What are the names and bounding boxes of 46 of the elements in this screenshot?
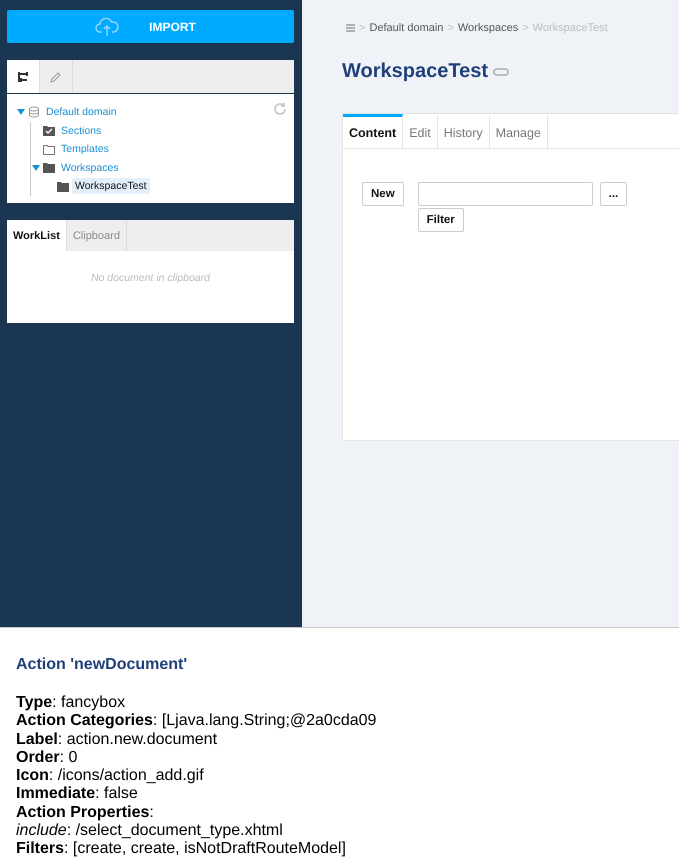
tree-item[interactable]: Workspaces bbox=[58, 160, 122, 176]
refresh-icon[interactable] bbox=[273, 102, 287, 116]
database-icon bbox=[28, 106, 40, 118]
tab[interactable]: Manage bbox=[490, 114, 548, 148]
panel-tab[interactable] bbox=[7, 60, 40, 93]
tab[interactable]: History bbox=[438, 114, 490, 148]
property-line: include: /select_document_type.xhtml bbox=[16, 822, 284, 840]
tree-item[interactable]: Default domain bbox=[43, 104, 120, 120]
folder-icon bbox=[43, 144, 55, 155]
expand-caret-icon[interactable] bbox=[32, 164, 40, 171]
property-line: Immediate: false bbox=[16, 785, 139, 804]
filter-field[interactable] bbox=[418, 182, 593, 206]
import-button[interactable]: IMPORT bbox=[7, 10, 294, 43]
tab[interactable]: Content bbox=[343, 114, 404, 148]
expand-caret-icon[interactable] bbox=[17, 109, 25, 116]
breadcrumb-separator: > bbox=[447, 22, 454, 34]
tree-item[interactable]: Templates bbox=[58, 141, 112, 158]
page-title: WorkspaceTest bbox=[342, 60, 488, 83]
empty-message: No document in clipboard bbox=[90, 271, 212, 284]
property-line: Action Categories: [Ljava.lang.String;@2a0cda09 bbox=[16, 712, 378, 731]
breadcrumb-separator: > bbox=[359, 22, 366, 34]
link-icon[interactable] bbox=[493, 68, 509, 76]
tree-icon bbox=[17, 70, 29, 82]
browse-button[interactable]: ... bbox=[600, 182, 628, 206]
property-line: Filters: [create, create, isNotDraftRouteModel] bbox=[16, 840, 347, 859]
property-line: Icon: /icons/action_add.gif bbox=[16, 767, 205, 786]
property-line: Label: action.new.document bbox=[16, 730, 218, 749]
folder-icon bbox=[43, 162, 55, 174]
menu-icon[interactable] bbox=[346, 24, 355, 32]
cloud-upload-icon bbox=[95, 16, 120, 36]
tab[interactable]: Edit bbox=[403, 114, 438, 148]
folder-icon bbox=[57, 180, 69, 192]
property-line: Action Properties: bbox=[16, 804, 155, 822]
filter-button[interactable]: Filter bbox=[418, 208, 464, 232]
pencil-icon bbox=[50, 70, 62, 82]
breadcrumb-link[interactable]: Default domain bbox=[369, 22, 444, 34]
property-line: Type: fancybox bbox=[16, 694, 126, 712]
checked-folder-icon bbox=[43, 125, 55, 136]
tree-item[interactable]: Sections bbox=[58, 122, 104, 139]
breadcrumb-separator: > bbox=[522, 22, 529, 34]
new-button[interactable]: New bbox=[362, 182, 404, 206]
panel-tab[interactable]: WorkList bbox=[7, 220, 67, 251]
tree-item[interactable]: WorkspaceTest bbox=[72, 178, 150, 194]
breadcrumb-link[interactable]: Workspaces bbox=[458, 22, 518, 34]
property-line: Order: 0 bbox=[16, 748, 78, 768]
action-title: Action 'newDocument' bbox=[16, 656, 188, 674]
